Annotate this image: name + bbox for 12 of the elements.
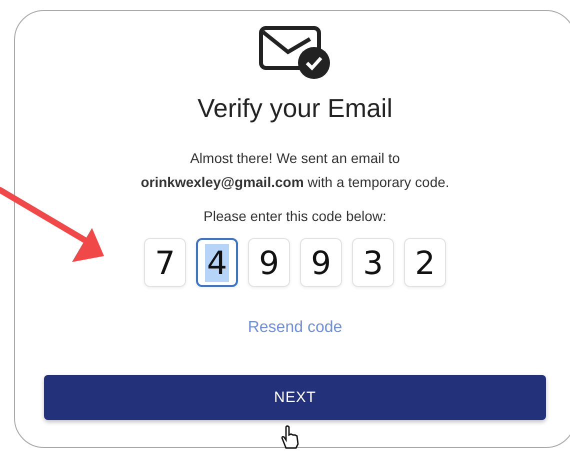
code-digit-field[interactable]: 3 (352, 238, 394, 287)
page-title: Verify your Email (197, 93, 393, 124)
message-text: Almost there! We sent an email to (190, 150, 400, 166)
code-digit-field[interactable]: 4 (196, 238, 238, 287)
code-digit-field[interactable]: 7 (144, 238, 186, 287)
code-digit-field[interactable]: 9 (248, 238, 290, 287)
prompt-text: Please enter this code below: (204, 208, 386, 224)
message-text: orinkwexley@gmail.com with a temporary code. (140, 174, 450, 190)
next-button[interactable]: NEXT (44, 375, 546, 420)
code-digit-field[interactable]: 2 (404, 238, 446, 287)
code-digit-field[interactable]: 9 (300, 238, 342, 287)
envelope-check-icon (258, 25, 332, 79)
